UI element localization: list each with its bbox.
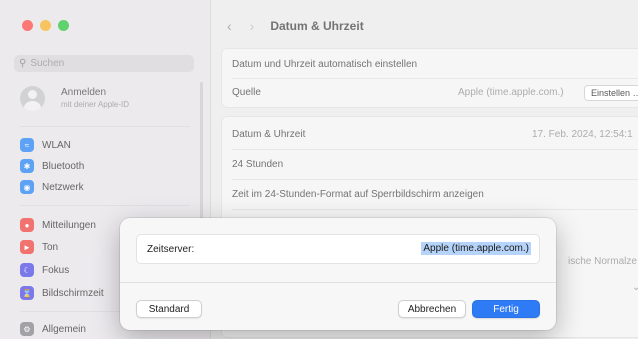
settings-window: ⚲ Suchen Anmelden mit deiner Apple-ID ≈ …: [0, 0, 638, 339]
time-server-dialog: Zeitserver: Apple (time.apple.com.) Stan…: [120, 218, 556, 330]
standard-button[interactable]: Standard: [136, 300, 202, 318]
time-server-label: Zeitserver:: [147, 244, 195, 255]
done-button[interactable]: Fertig: [472, 300, 540, 318]
dialog-divider: [120, 282, 556, 283]
time-server-row: Zeitserver: Apple (time.apple.com.): [136, 234, 540, 264]
cancel-button[interactable]: Abbrechen: [398, 300, 466, 318]
time-server-input[interactable]: Apple (time.apple.com.): [421, 242, 531, 255]
